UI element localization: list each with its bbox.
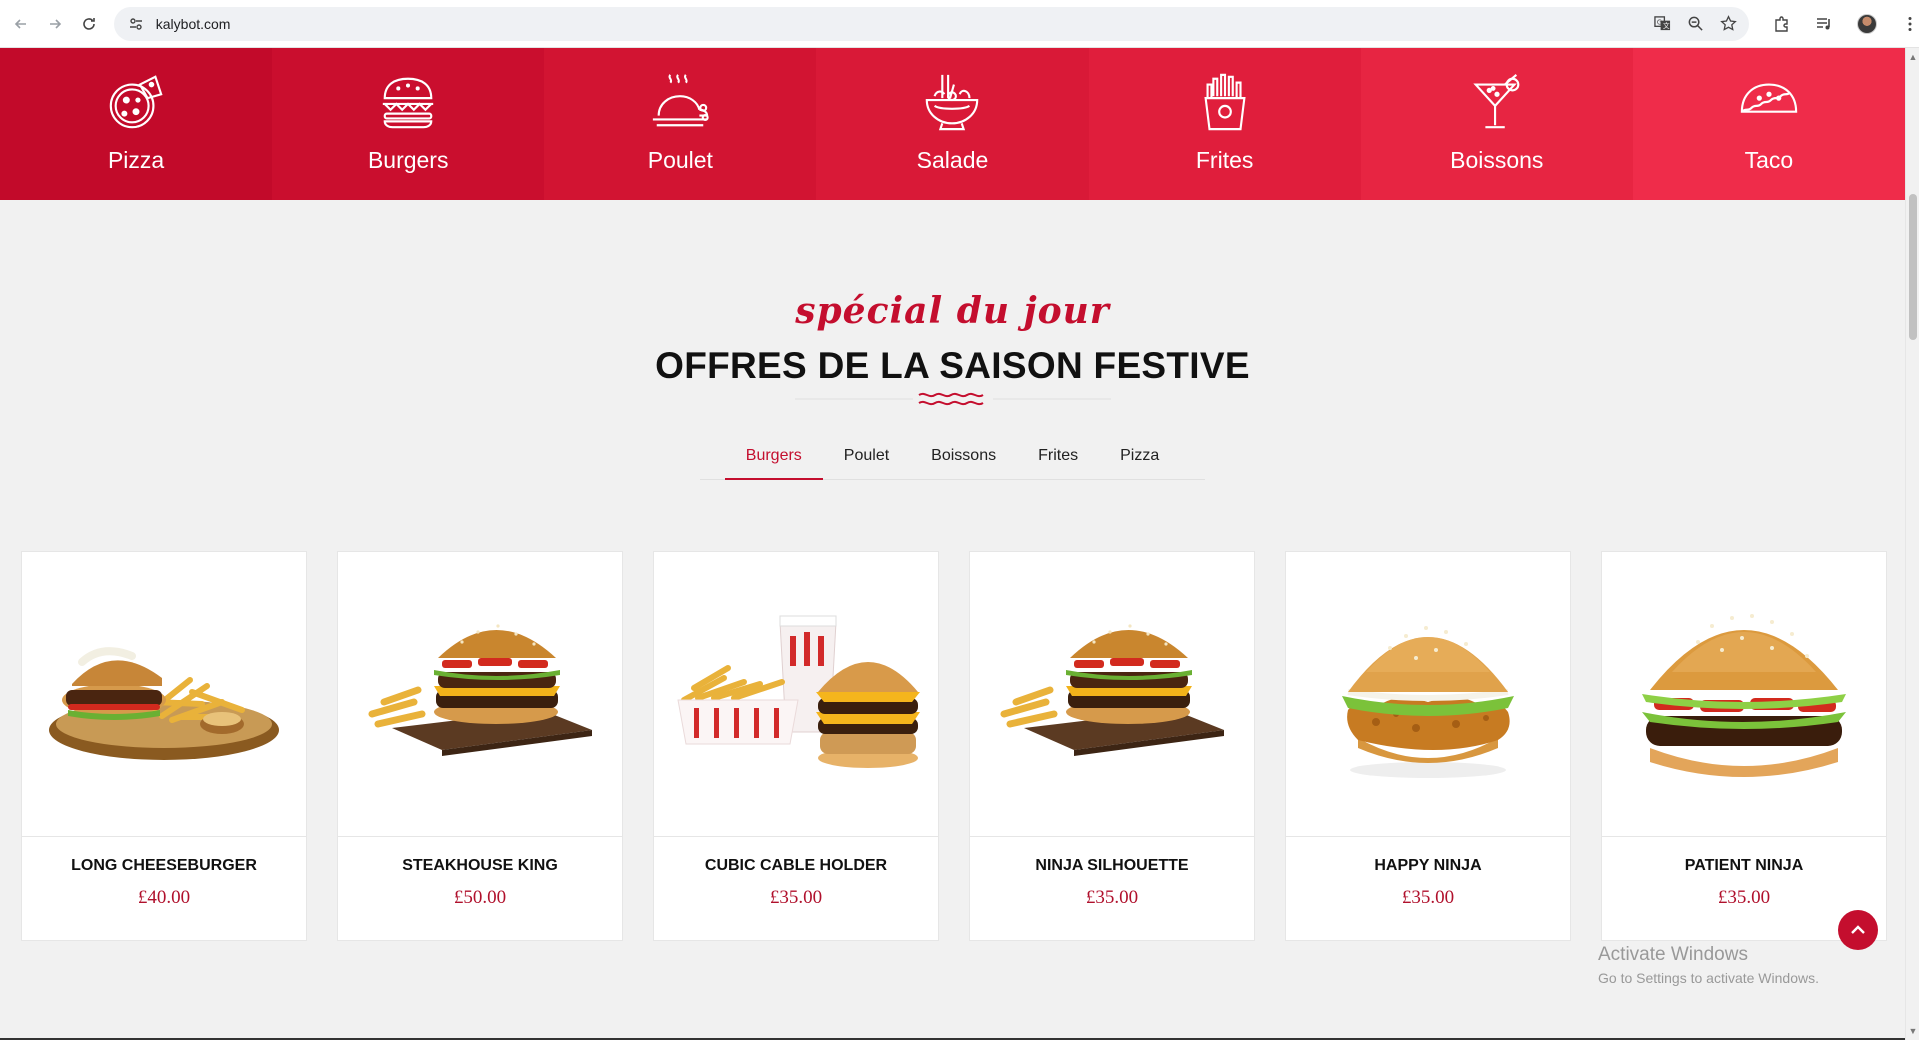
product-name[interactable]: LONG CHEESEBURGER (22, 857, 306, 875)
category-label: Boissons (1450, 146, 1544, 173)
chevron-up-icon (1851, 925, 1865, 934)
scrollbar-thumb[interactable] (1909, 194, 1917, 340)
category-frites[interactable]: Frites (1088, 48, 1361, 200)
product-name[interactable]: STEAKHOUSE KING (338, 857, 622, 875)
chicken-icon (653, 73, 710, 126)
product-name[interactable]: CUBIC CABLE HOLDER (654, 857, 938, 875)
zoom-icon[interactable] (1687, 15, 1704, 32)
pizza-icon (109, 74, 163, 128)
section-script-title: spécial du jour (795, 290, 1110, 332)
svg-text:文: 文 (1663, 21, 1670, 30)
section-title: OFFRES DE LA SAISON FESTIVE (655, 345, 1250, 386)
product-name[interactable]: NINJA SILHOUETTE (970, 857, 1254, 875)
watermark-line2: Go to Settings to activate Windows. (1598, 970, 1819, 986)
url-text[interactable]: kalybot.com (156, 16, 231, 32)
taco-icon (1740, 82, 1798, 113)
back-arrow-icon[interactable] (8, 11, 34, 37)
category-label: Salade (916, 146, 989, 173)
product-card[interactable]: LONG CHEESEBURGER £40.00 (21, 551, 307, 941)
burger-icon (383, 77, 434, 128)
category-taco[interactable]: Taco (1632, 48, 1905, 200)
more-icon[interactable] (1901, 15, 1919, 33)
product-card[interactable]: NINJA SILHOUETTE £35.00 (969, 551, 1255, 941)
product-price: £50.00 (453, 887, 507, 908)
product-card[interactable]: CUBIC CABLE HOLDER £35.00 (653, 551, 939, 941)
fries-icon (1204, 73, 1246, 130)
tab-frites[interactable]: Frites (1017, 436, 1099, 480)
translate-icon[interactable]: 文G (1654, 15, 1671, 32)
scroll-up-icon[interactable]: ▲ (1908, 52, 1918, 62)
product-price: £35.00 (769, 887, 823, 908)
product-image[interactable] (654, 552, 938, 837)
category-boissons[interactable]: Boissons (1360, 48, 1633, 200)
tab-burgers[interactable]: Burgers (724, 436, 823, 480)
category-bar: Pizza Burgers Poulet Salade Frites Boiss… (0, 48, 1905, 200)
tab-pizza[interactable]: Pizza (1099, 436, 1180, 480)
extensions-icon[interactable] (1773, 15, 1791, 33)
product-image[interactable] (1286, 552, 1570, 837)
category-label: Taco (1744, 146, 1794, 173)
scroll-down-icon[interactable]: ▼ (1908, 1026, 1918, 1036)
product-price: £35.00 (1085, 887, 1139, 908)
reload-icon[interactable] (76, 11, 102, 37)
salad-icon (926, 74, 979, 130)
forward-arrow-icon[interactable] (42, 11, 68, 37)
windows-activation-watermark: Activate Windows Go to Settings to activ… (1598, 944, 1819, 986)
browser-toolbar: kalybot.com 文G (0, 0, 1919, 48)
product-card[interactable]: STEAKHOUSE KING £50.00 (337, 551, 623, 941)
category-label: Pizza (107, 146, 165, 173)
address-bar[interactable]: kalybot.com 文G (113, 6, 1749, 41)
product-tabs: Burgers Poulet Boissons Frites Pizza (700, 436, 1205, 480)
star-icon[interactable] (1720, 15, 1737, 32)
watermark-line1: Activate Windows (1598, 944, 1748, 965)
media-icon[interactable] (1815, 15, 1833, 33)
tab-poulet[interactable]: Poulet (823, 436, 910, 480)
product-name[interactable]: PATIENT NINJA (1602, 857, 1886, 875)
category-poulet[interactable]: Poulet (544, 48, 817, 200)
page-scrollbar[interactable]: ▲ ▼ (1905, 48, 1919, 1040)
product-price: £40.00 (137, 887, 191, 908)
site-settings-icon[interactable] (128, 16, 144, 32)
category-pizza[interactable]: Pizza (0, 48, 273, 200)
category-burgers[interactable]: Burgers (272, 48, 545, 200)
category-salade[interactable]: Salade (816, 48, 1089, 200)
product-card[interactable]: HAPPY NINJA £35.00 (1285, 551, 1571, 941)
product-image[interactable] (1602, 552, 1886, 837)
profile-avatar[interactable] (1857, 13, 1877, 34)
product-price: £35.00 (1717, 887, 1771, 908)
wave-divider-icon (795, 389, 1111, 413)
product-name[interactable]: HAPPY NINJA (1286, 857, 1570, 875)
product-image[interactable] (338, 552, 622, 837)
scroll-to-top-button[interactable] (1838, 910, 1878, 950)
product-price: £35.00 (1401, 887, 1455, 908)
cocktail-icon (1473, 73, 1520, 128)
product-image[interactable] (970, 552, 1254, 837)
tab-boissons[interactable]: Boissons (910, 436, 1017, 480)
category-label: Burgers (367, 146, 449, 173)
product-grid: LONG CHEESEBURGER £40.00 STEAKHOUSE KING… (21, 551, 1887, 941)
category-label: Poulet (647, 146, 713, 173)
product-card[interactable]: PATIENT NINJA £35.00 (1601, 551, 1887, 941)
category-label: Frites (1195, 146, 1254, 173)
svg-text:G: G (1657, 18, 1662, 26)
product-image[interactable] (22, 552, 306, 837)
